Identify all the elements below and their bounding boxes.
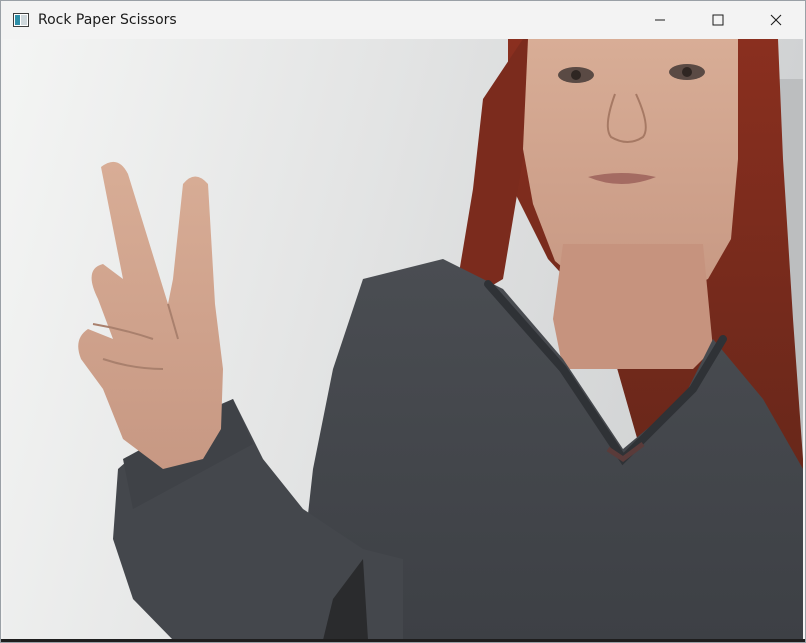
maximize-button[interactable] (689, 1, 747, 39)
window-app-icon (13, 13, 29, 27)
bottom-edge (1, 639, 805, 642)
maximize-icon (712, 14, 724, 26)
minimize-icon (655, 19, 665, 21)
window-title: Rock Paper Scissors (38, 12, 177, 28)
close-button[interactable] (747, 1, 805, 39)
window-controls (631, 1, 805, 39)
title-bar[interactable]: Rock Paper Scissors (1, 1, 805, 39)
minimize-button[interactable] (631, 1, 689, 39)
close-icon (770, 14, 782, 26)
camera-feed (3, 39, 803, 640)
app-window: Rock Paper Scissors (0, 0, 806, 643)
camera-frame-image (3, 39, 803, 640)
